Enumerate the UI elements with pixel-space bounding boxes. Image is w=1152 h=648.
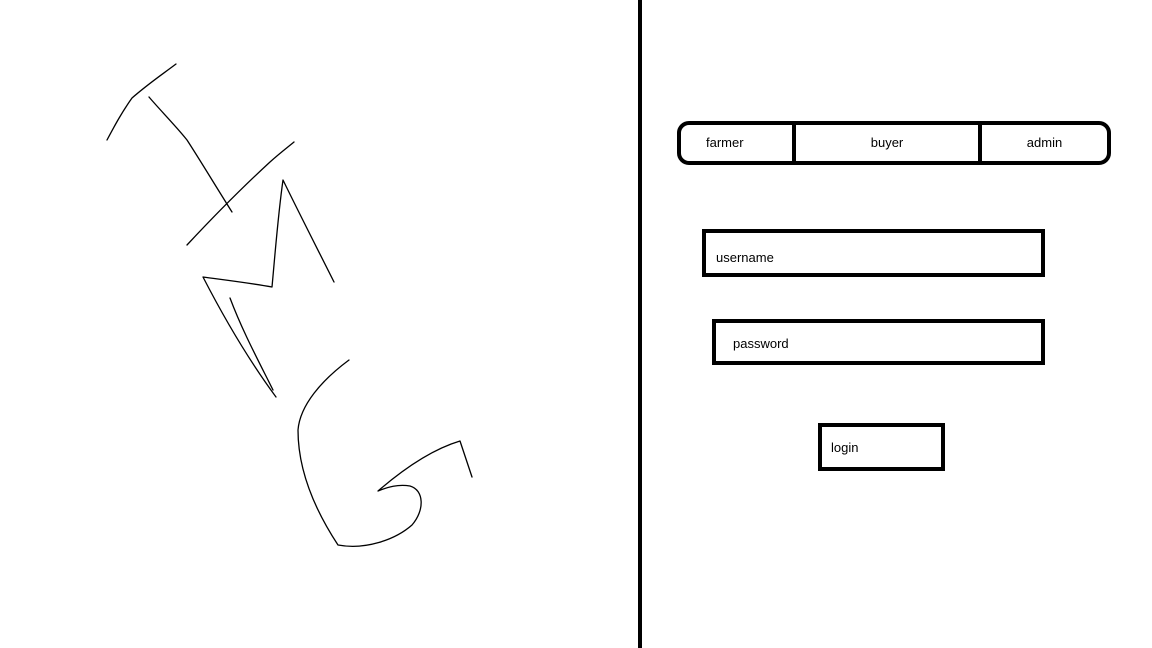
role-selector: farmer buyer admin bbox=[677, 121, 1111, 165]
tab-label: buyer bbox=[870, 135, 904, 150]
vertical-divider bbox=[638, 0, 642, 648]
letter-m-stroke bbox=[202, 179, 335, 398]
letter-i-stroke bbox=[106, 63, 177, 141]
tab-admin[interactable]: admin bbox=[982, 125, 1107, 161]
username-input[interactable] bbox=[716, 241, 1041, 273]
password-field-box bbox=[712, 319, 1045, 365]
login-button[interactable]: login bbox=[818, 423, 945, 471]
password-input[interactable] bbox=[733, 325, 1041, 361]
tab-label: admin bbox=[1026, 135, 1063, 150]
tab-buyer[interactable]: buyer bbox=[796, 125, 982, 161]
username-field-box bbox=[702, 229, 1045, 277]
letter-g-stroke bbox=[297, 359, 473, 547]
img-placeholder-icon bbox=[106, 63, 473, 547]
image-placeholder-pane bbox=[0, 0, 638, 648]
tab-label: farmer bbox=[706, 135, 744, 150]
letter-m-stroke bbox=[229, 297, 274, 391]
letter-i-stroke bbox=[148, 96, 233, 213]
tab-farmer[interactable]: farmer bbox=[681, 125, 796, 161]
